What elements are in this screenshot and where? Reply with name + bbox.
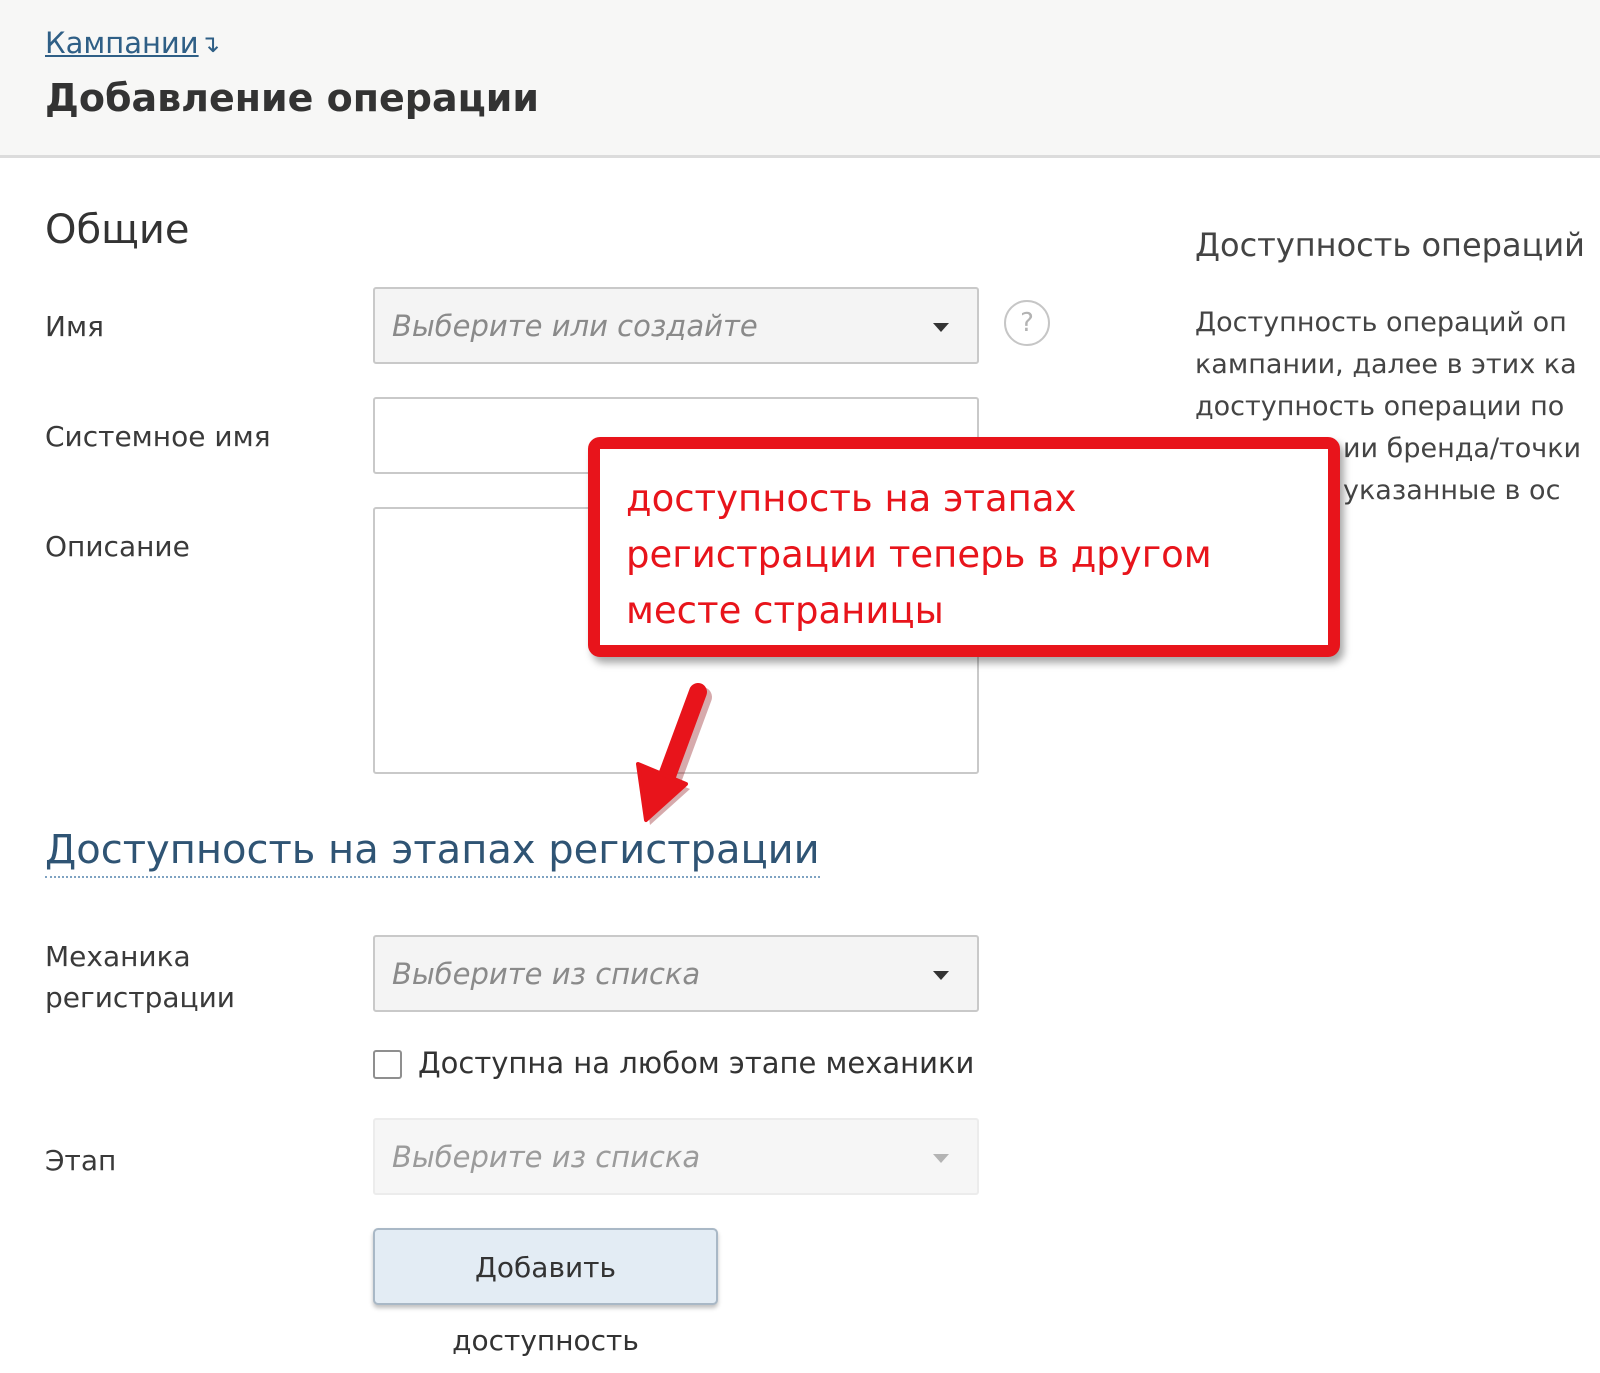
annotation-line: регистрации теперь в другом: [626, 533, 1212, 576]
mechanics-label-line: Механика: [45, 940, 191, 973]
help-icon[interactable]: ?: [1004, 300, 1050, 346]
description-label: Описание: [45, 530, 190, 563]
page: Кампании ↴ Добавление операции Общие Дос…: [0, 0, 1600, 1373]
page-title: Добавление операции: [45, 76, 540, 120]
mechanics-label-line: регистрации: [45, 981, 235, 1014]
add-availability-button[interactable]: Добавить доступность: [373, 1228, 718, 1357]
name-select-placeholder: Выберите или создайте: [392, 309, 758, 343]
availability-info-line: Доступность операций оп: [1195, 307, 1567, 338]
chevron-down-icon: [933, 323, 949, 332]
annotation-callout: доступность на этапах регистрации теперь…: [588, 437, 1340, 657]
general-section-title: Общие: [45, 207, 190, 253]
chevron-down-icon: [933, 971, 949, 980]
annotation-text: доступность на этапах регистрации теперь…: [626, 471, 1326, 639]
stage-select: Выберите из списка: [373, 1118, 979, 1195]
name-select[interactable]: Выберите или создайте: [373, 287, 979, 364]
breadcrumb-dropdown-icon[interactable]: ↴: [200, 30, 220, 58]
page-header: Кампании ↴ Добавление операции: [0, 0, 1600, 158]
chevron-down-icon: [933, 1154, 949, 1163]
mechanics-label: Механика регистрации: [45, 936, 235, 1018]
annotation-arrow-icon: [636, 683, 712, 825]
mechanics-select-placeholder: Выберите из списка: [392, 957, 701, 991]
breadcrumb-campaigns-link[interactable]: Кампании: [45, 26, 199, 60]
name-label: Имя: [45, 310, 104, 343]
stage-label: Этап: [45, 1144, 117, 1177]
annotation-line: доступность на этапах: [626, 477, 1077, 520]
registration-availability-title[interactable]: Доступность на этапах регистрации: [45, 824, 820, 878]
any-stage-checkbox-label[interactable]: Доступна на любом этапе механики: [418, 1046, 974, 1080]
any-stage-checkbox[interactable]: [373, 1050, 402, 1079]
availability-info-heading: Доступность операций: [1195, 226, 1585, 264]
availability-info-line: кампании, далее в этих ка: [1195, 349, 1577, 380]
system-name-label: Системное имя: [45, 420, 271, 453]
availability-info-line: доступность операции по: [1195, 391, 1565, 422]
mechanics-select[interactable]: Выберите из списка: [373, 935, 979, 1012]
annotation-line: месте страницы: [626, 589, 944, 632]
stage-select-placeholder: Выберите из списка: [392, 1140, 701, 1174]
